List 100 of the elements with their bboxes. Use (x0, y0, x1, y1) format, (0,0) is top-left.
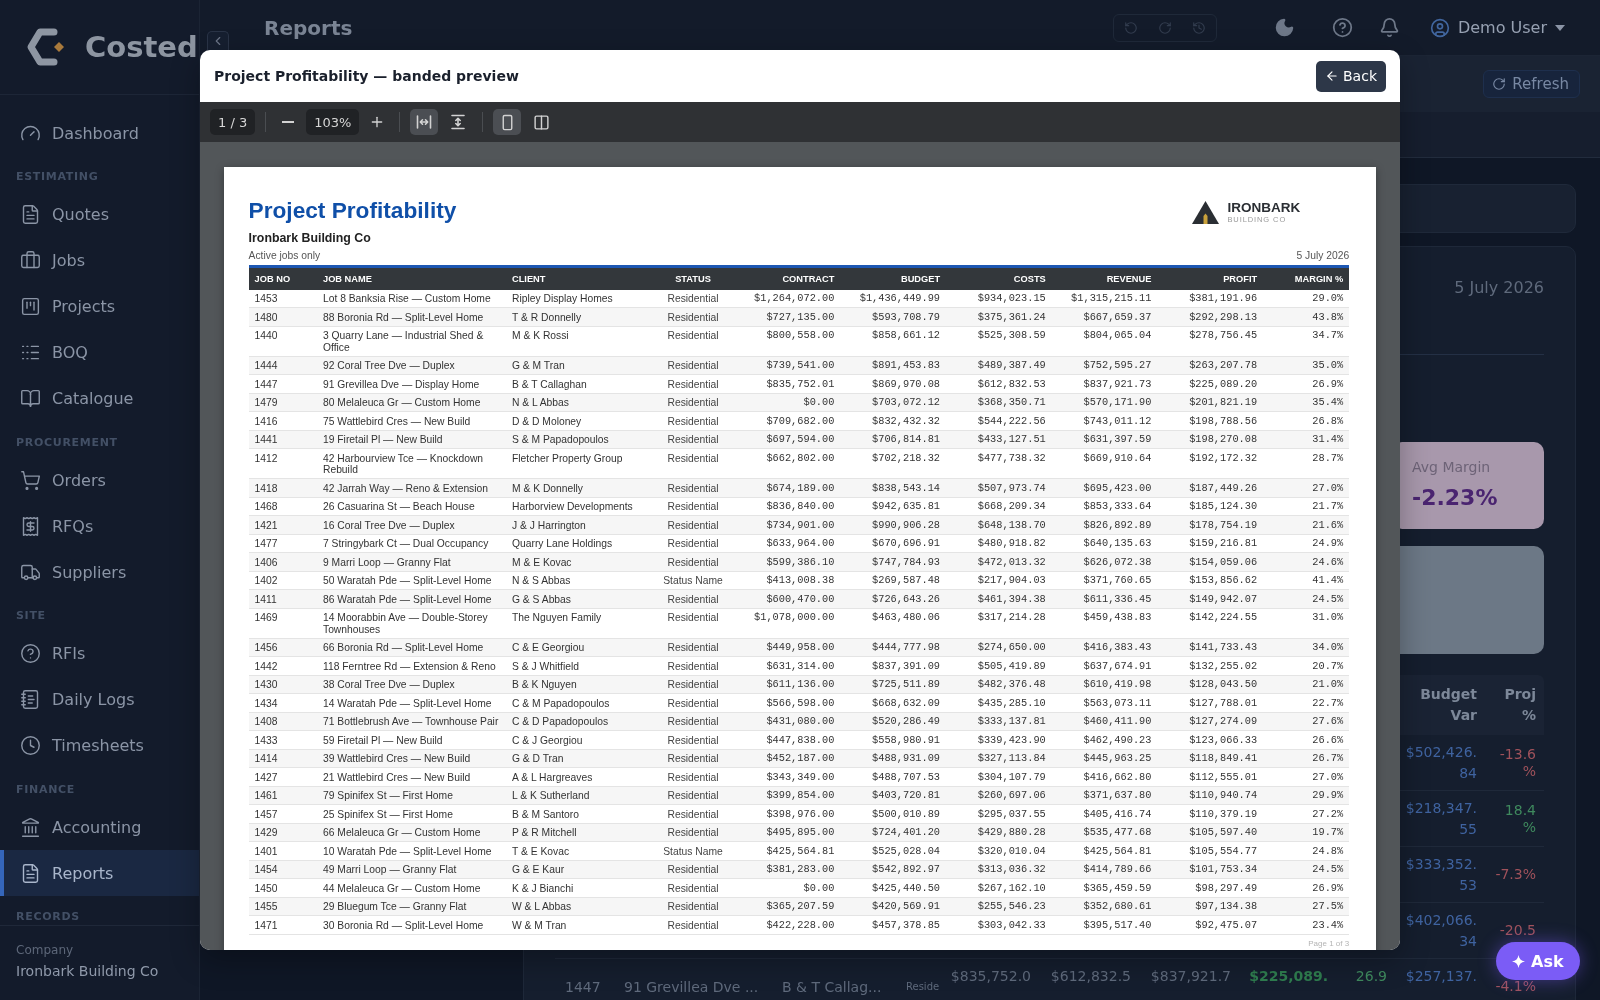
table-cell-text: -4.1% (1494, 978, 1537, 995)
column-header: STATUS (651, 268, 735, 290)
nav-item[interactable]: Timesheets (0, 722, 199, 769)
table-cell: $462,490.23 (1051, 730, 1158, 750)
nav-item[interactable]: Catalogue (0, 375, 199, 422)
column-header: BUDGET (840, 268, 947, 290)
nav-item[interactable]: Reports (0, 850, 199, 896)
table-cell: 25 Spinifex St — First Home (317, 804, 506, 824)
table-cell: $132,255.02 (1157, 656, 1264, 676)
table-cell: Residential (651, 804, 735, 824)
table-cell: $457,378.85 (840, 915, 947, 935)
table-cell-text: -7.3% (1494, 866, 1537, 883)
nav-item[interactable]: Daily Logs (0, 676, 199, 723)
table-cell: A & L Hargreaves (506, 767, 652, 787)
nav-item[interactable]: Orders (0, 457, 199, 503)
table-cell: 22.7% (1263, 693, 1350, 713)
table-cell: 50 Waratah Pde — Split-Level Home (317, 571, 506, 590)
table-cell: 1421 (248, 515, 317, 535)
table-cell: $837,921.73 (1051, 374, 1158, 394)
nav-item[interactable]: RFQs (0, 503, 199, 549)
table-cell: $381,191.96 (1157, 289, 1264, 308)
table-cell: 1479 (248, 393, 317, 412)
user-menu[interactable]: Demo User (1429, 17, 1565, 38)
table-cell: $942,635.81 (840, 497, 947, 516)
nav-item[interactable]: Jobs (0, 237, 199, 284)
table-cell: 20.7% (1263, 656, 1350, 676)
table-cell-text: 1447 (564, 977, 602, 996)
table-cell: 1412 (248, 448, 317, 479)
moon-icon (1273, 17, 1295, 38)
table-cell: Residential (651, 534, 735, 553)
table-cell: Residential (651, 448, 735, 479)
table-cell: 27.0% (1263, 767, 1350, 787)
table-cell: 26 Casuarina St — Beach House (317, 497, 506, 516)
ask-button[interactable]: Ask (1496, 942, 1580, 980)
table-cell: 1408 (248, 712, 317, 731)
nav-item[interactable]: Dashboard (0, 110, 199, 156)
page-indicator: 1 / 3 (210, 109, 256, 135)
table-cell: $525,308.59 (946, 326, 1052, 357)
table-cell-text: B & T Callag... (781, 977, 883, 996)
table-cell: $544,222.56 (946, 411, 1052, 431)
table-cell: 24.9% (1263, 534, 1350, 553)
table-cell: $500,010.89 (840, 804, 947, 824)
table-cell: Lot 8 Banksia Rise — Custom Home (317, 289, 506, 308)
fit-width-button[interactable] (410, 109, 439, 135)
report-date: 5 July 2026 (1454, 278, 1544, 298)
table-cell: $343,349.00 (734, 767, 841, 787)
nav-item[interactable]: Quotes (0, 191, 199, 238)
company-name: Ironbark Building Co (16, 962, 160, 981)
table-cell: 30 Boronia Rd — Split-Level Home (317, 915, 506, 935)
nav-item[interactable]: Projects (0, 283, 199, 330)
table-cell: 1480 (248, 307, 317, 327)
help-icon (20, 643, 41, 664)
table-cell: M & K Rossi (506, 326, 652, 357)
table-cell: $709,682.00 (734, 411, 841, 431)
single-page-button[interactable] (493, 109, 522, 135)
table-cell: $858,661.12 (840, 326, 947, 357)
column-header: CONTRACT (734, 268, 841, 290)
refresh-icon (1492, 77, 1507, 91)
table-cell: 59 Firetail Pl — New Build (317, 730, 506, 750)
table-cell: The Nguyen Family (506, 608, 652, 639)
column-header[interactable]: Proj % (1485, 684, 1544, 726)
theme-toggle-button[interactable] (1273, 17, 1295, 38)
table-cell: 1469 (248, 608, 317, 639)
back-button[interactable]: Back (1316, 60, 1386, 92)
nav-item[interactable]: Suppliers (0, 549, 199, 595)
table-cell: $463,480.06 (840, 608, 947, 639)
table-cell: $934,023.15 (946, 289, 1052, 308)
refresh-button[interactable]: Refresh (1483, 70, 1580, 98)
table-cell: $668,209.34 (946, 497, 1052, 516)
collapse-button[interactable] (207, 31, 229, 50)
company-label: Company (16, 942, 75, 958)
table-cell: 1441 (248, 430, 317, 449)
table-cell: $668,632.09 (840, 693, 947, 713)
bank-icon (20, 816, 41, 838)
help-button[interactable] (1331, 17, 1353, 38)
page-title: Reports (264, 15, 353, 40)
column-header: JOB NO (248, 268, 317, 290)
table-cell: $488,707.53 (840, 767, 947, 787)
table-cell: 26.9% (1263, 374, 1350, 394)
table-cell: 1453 (248, 289, 317, 308)
table-cell: $800,558.00 (734, 326, 841, 357)
nav-item[interactable]: BOQ (0, 329, 199, 376)
table-cell: $832,432.32 (840, 411, 947, 431)
table-cell: $670,696.91 (840, 534, 947, 553)
report-subtitle: Active jobs only (248, 249, 321, 262)
table-cell: 14 Moorabbin Ave — Double-Storey Townhouses (317, 608, 506, 639)
bell-icon (1378, 17, 1400, 38)
nav-item[interactable]: RFIs (0, 630, 199, 677)
table-cell: $1,264,072.00 (734, 289, 841, 308)
table-cell: Residential (651, 915, 735, 935)
table-cell: $853,333.64 (1051, 497, 1158, 516)
table-cell: 29.0% (1263, 289, 1350, 308)
table-cell: 41.4% (1263, 571, 1350, 590)
table-cell: $105,554.77 (1157, 841, 1264, 861)
nav-item[interactable]: Accounting (0, 804, 199, 850)
notifications-button[interactable] (1378, 17, 1400, 38)
table-cell: 1477 (248, 534, 317, 553)
table-cell-text: $218,347.55 (1404, 799, 1478, 839)
table-cell: Quarry Lane Holdings (506, 534, 652, 553)
table-cell-text: $333,352.53 (1404, 855, 1478, 895)
